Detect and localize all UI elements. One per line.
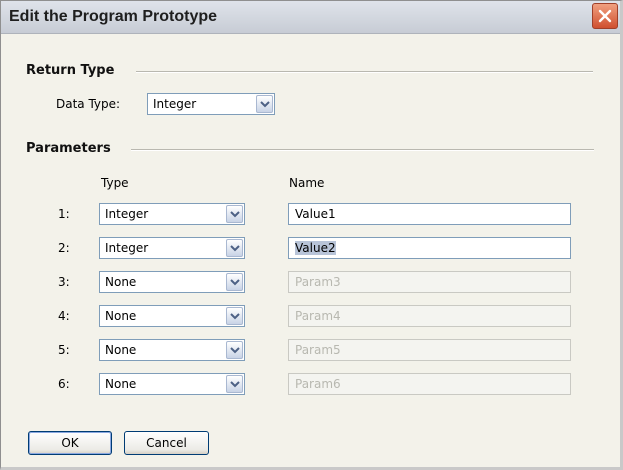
param-1-dropdown-button[interactable] [226,205,243,223]
param-4-type-value: None [105,309,137,323]
param-index: 1: [58,207,70,221]
param-index: 6: [58,377,70,391]
param-index: 4: [58,309,70,323]
return-type-section-label: Return Type [26,63,115,78]
cancel-button[interactable]: Cancel [124,431,209,455]
param-6-type-select[interactable]: None [99,373,245,395]
chevron-down-icon [230,279,240,286]
close-icon [598,9,612,23]
data-type-value: Integer [153,97,197,111]
chevron-down-icon [230,211,240,218]
param-5-type-select[interactable]: None [99,339,245,361]
chevron-down-icon [230,381,240,388]
param-2-type-value: Integer [105,241,149,255]
param-2-type-select[interactable]: Integer [99,237,245,259]
param-6-type-value: None [105,377,137,391]
param-1-name-input[interactable]: Value1 [288,203,571,225]
param-2-name-input[interactable]: Value2 [288,237,571,259]
param-index: 2: [58,241,70,255]
param-3-name-input: Param3 [288,271,571,293]
param-1-type-value: Integer [105,207,149,221]
chevron-down-icon [230,245,240,252]
chevron-down-icon [260,101,270,108]
chevron-down-icon [230,313,240,320]
param-4-dropdown-button[interactable] [226,307,243,325]
param-5-dropdown-button[interactable] [226,341,243,359]
chevron-down-icon [230,347,240,354]
edit-prototype-dialog: Edit the Program Prototype Return Type D… [0,0,623,470]
param-5-type-value: None [105,343,137,357]
param-6-name-input: Param6 [288,373,571,395]
param-3-type-value: None [105,275,137,289]
title-bar[interactable]: Edit the Program Prototype [1,1,620,34]
param-4-type-select[interactable]: None [99,305,245,327]
param-4-name-input: Param4 [288,305,571,327]
type-column-header: Type [101,176,129,190]
param-index: 3: [58,275,70,289]
name-column-header: Name [289,176,325,190]
data-type-dropdown-button[interactable] [256,95,273,113]
param-2-name-selection: Value2 [295,241,336,255]
param-3-dropdown-button[interactable] [226,273,243,291]
return-type-divider [136,71,593,73]
data-type-select[interactable]: Integer [147,93,275,115]
close-button[interactable] [592,3,618,29]
parameters-section-label: Parameters [26,141,111,156]
ok-button[interactable]: OK [28,431,112,455]
param-3-type-select[interactable]: None [99,271,245,293]
param-6-dropdown-button[interactable] [226,375,243,393]
param-5-name-input: Param5 [288,339,571,361]
parameters-divider [131,149,594,151]
param-1-type-select[interactable]: Integer [99,203,245,225]
dialog-title: Edit the Program Prototype [9,8,218,25]
data-type-label: Data Type: [56,97,121,111]
param-index: 5: [58,343,70,357]
param-2-dropdown-button[interactable] [226,239,243,257]
